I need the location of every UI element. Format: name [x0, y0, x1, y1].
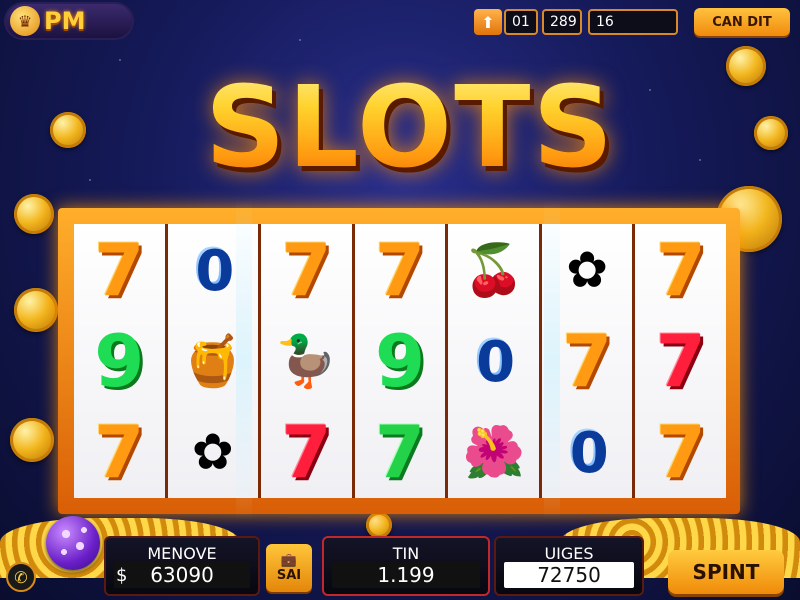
spin-button[interactable]: SPINT — [668, 550, 784, 594]
coin-icon — [754, 116, 788, 150]
win-label: TIN — [392, 544, 420, 563]
balance-panel: MENOVE $ 63090 — [104, 536, 260, 596]
briefcase-icon: 💼 — [280, 553, 298, 568]
stat-count: 16 — [588, 9, 678, 35]
game-title: SLOTS — [150, 58, 670, 198]
light-beam — [236, 200, 252, 520]
stat-gems: 289 — [542, 9, 582, 35]
reel-symbol: 🦆 — [275, 331, 338, 390]
reel-symbol: 7 — [374, 227, 426, 312]
balance-label: MENOVE — [147, 544, 217, 563]
coin-icon — [14, 288, 58, 332]
reel-symbol: 7 — [94, 227, 145, 312]
win-panel: TIN 1.199 — [322, 536, 490, 596]
coin-icon — [366, 512, 392, 538]
credit-button[interactable]: CAN DIT — [694, 8, 790, 36]
level-up-button[interactable]: ⬆ — [474, 9, 502, 35]
light-beam — [544, 200, 560, 520]
logo-text: PM — [44, 7, 86, 35]
wager-label: UIGES — [544, 544, 594, 563]
stat-level: 01 — [504, 9, 538, 35]
reel-symbol: 7 — [281, 227, 332, 312]
reel-4: 797 — [354, 224, 446, 498]
coin-icon — [10, 418, 54, 462]
reel-grid: 7 9 7 0 🍯 ✿ 7 🦆 7 7 9 7 🍒 0 🌺 ✿ 7 0 7 7 7 — [74, 224, 727, 498]
coin-icon — [50, 112, 86, 148]
wager-panel: UIGES 72750 — [494, 536, 644, 596]
game-logo[interactable]: ♛ PM — [6, 4, 132, 38]
reel-1: 797 — [74, 224, 165, 498]
phone-icon[interactable]: ✆ — [6, 562, 36, 592]
reel-5: 🍒 0 🌺 — [448, 224, 539, 498]
save-button[interactable]: 💼 SAI — [266, 544, 312, 592]
top-bar: ♛ PM ⬆ 01 289 16 CAN DIT — [0, 0, 800, 44]
win-value: 1.199 — [332, 562, 480, 588]
reel-symbol: 7 — [655, 318, 706, 403]
reel-symbol: 9 — [94, 318, 145, 403]
currency-symbol: $ — [116, 565, 128, 586]
reel-symbol: 7 — [655, 227, 706, 312]
arrow-up-icon: ⬆ — [481, 12, 495, 32]
reel-symbol: 🍒 — [462, 240, 525, 299]
crown-coin-icon: ♛ — [10, 6, 40, 36]
reel-symbol: 🌺 — [462, 423, 525, 482]
coin-icon — [726, 46, 766, 86]
reel-symbol: 7 — [281, 410, 332, 495]
reel-symbol: 7 — [374, 410, 426, 495]
reel-symbol: 7 — [655, 410, 706, 495]
wager-value: 72750 — [504, 562, 634, 588]
reel-symbol: 7 — [94, 410, 145, 495]
bonus-ball-icon[interactable] — [46, 516, 100, 570]
reel-7: 777 — [635, 224, 727, 498]
balance-value: 63090 — [114, 562, 250, 588]
coin-icon — [14, 194, 54, 234]
reel-symbol: 9 — [374, 318, 426, 403]
reel-3: 7 🦆 7 — [261, 224, 352, 498]
reel-symbol: 0 — [449, 321, 539, 401]
